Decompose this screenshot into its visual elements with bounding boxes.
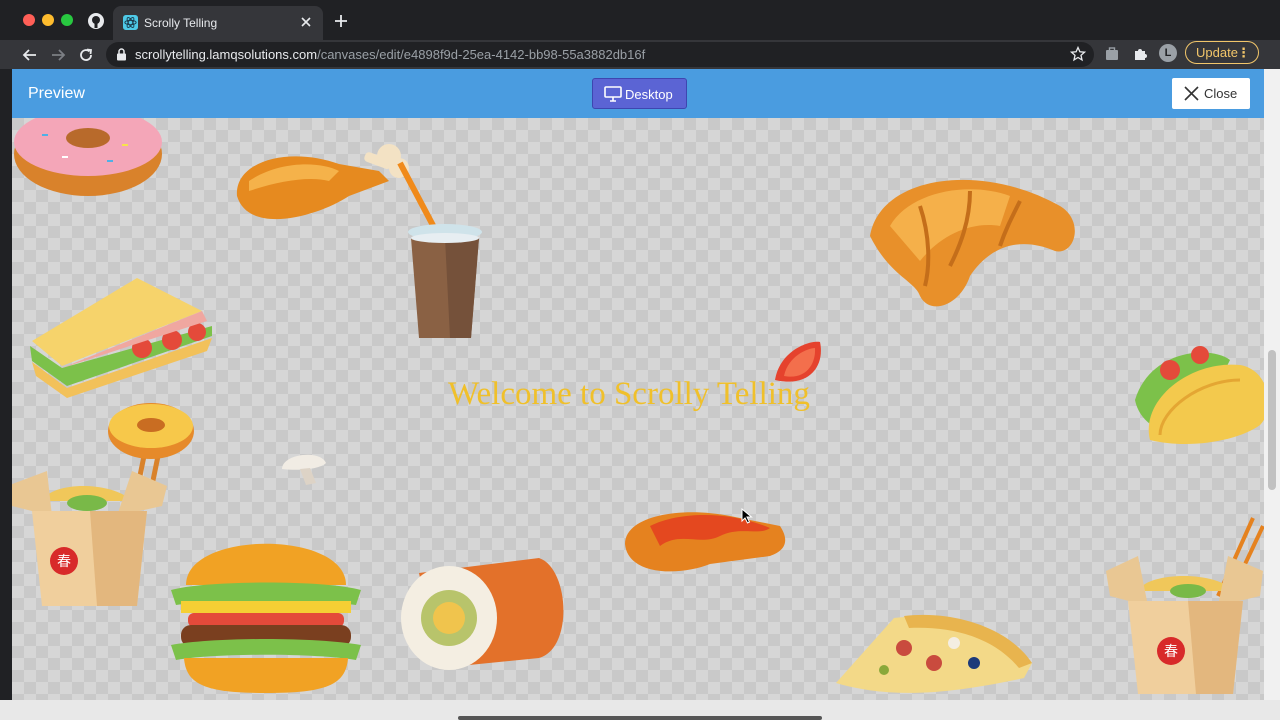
reload-icon[interactable] bbox=[77, 46, 95, 64]
react-favicon-icon bbox=[123, 15, 138, 30]
drink-cup-sticker[interactable] bbox=[395, 158, 495, 348]
update-label: Update bbox=[1196, 45, 1238, 60]
burger-sticker[interactable] bbox=[166, 525, 366, 695]
window-zoom-dot[interactable] bbox=[61, 14, 73, 26]
monitor-icon bbox=[604, 86, 622, 102]
preview-title: Preview bbox=[28, 85, 85, 102]
browser-tab-strip: Scrolly Telling bbox=[0, 0, 1280, 40]
taco-sticker[interactable] bbox=[1130, 340, 1264, 455]
chicken-leg-sticker[interactable] bbox=[229, 136, 409, 231]
github-icon[interactable] bbox=[88, 13, 104, 29]
horizontal-scroll-handle[interactable] bbox=[458, 716, 822, 720]
noodle-box-emblem: 春 bbox=[57, 554, 71, 570]
sandwich-sticker[interactable] bbox=[22, 276, 222, 401]
profile-avatar[interactable]: L bbox=[1159, 44, 1177, 62]
page-scrollbar-thumb[interactable] bbox=[1268, 350, 1276, 490]
welcome-heading: Welcome to Scrolly Telling bbox=[448, 376, 810, 412]
url-host: scrollytelling.lamqsolutions.com bbox=[135, 47, 318, 62]
extensions-puzzle-icon[interactable] bbox=[1131, 45, 1149, 63]
mouse-cursor-icon bbox=[741, 508, 753, 524]
address-bar[interactable]: scrollytelling.lamqsolutions.com/canvase… bbox=[106, 42, 1094, 67]
croissant-sticker[interactable] bbox=[860, 166, 1080, 316]
noodle-box-right-sticker[interactable]: 春 bbox=[1106, 516, 1264, 696]
lock-icon bbox=[117, 48, 126, 61]
desktop-view-button[interactable]: Desktop bbox=[592, 78, 687, 109]
bookmark-star-icon[interactable] bbox=[1070, 46, 1086, 62]
noodle-box-sticker[interactable]: 春 bbox=[12, 461, 167, 611]
browser-toolbar: scrollytelling.lamqsolutions.com/canvase… bbox=[0, 40, 1280, 69]
preview-canvas[interactable]: 春 春 Welcome to Scrolly Telling bbox=[12, 118, 1264, 700]
close-icon bbox=[1184, 86, 1199, 101]
window-close-dot[interactable] bbox=[23, 14, 35, 26]
mushroom-sticker[interactable] bbox=[280, 451, 328, 486]
donut-sticker[interactable] bbox=[12, 118, 167, 199]
new-tab-icon[interactable] bbox=[333, 13, 349, 29]
preview-header: Preview Desktop Close bbox=[12, 69, 1264, 118]
back-arrow-icon[interactable] bbox=[21, 46, 39, 64]
chicken-wing-sticker[interactable] bbox=[620, 506, 790, 578]
browser-update-button[interactable]: Update ⋮ bbox=[1185, 41, 1259, 64]
close-button-label: Close bbox=[1204, 86, 1238, 101]
noodle-box-right-emblem: 春 bbox=[1164, 644, 1178, 660]
url-path: /canvases/edit/e4898f9d-25ea-4142-bb98-5… bbox=[317, 47, 646, 62]
window-minimize-dot[interactable] bbox=[42, 14, 54, 26]
forward-arrow-icon[interactable] bbox=[49, 46, 67, 64]
tab-close-icon[interactable] bbox=[299, 15, 313, 29]
close-preview-button[interactable]: Close bbox=[1172, 78, 1250, 109]
pizza-slice-sticker[interactable] bbox=[834, 608, 1034, 698]
briefcase-extension-icon[interactable] bbox=[1103, 45, 1121, 63]
browser-tab-active[interactable]: Scrolly Telling bbox=[113, 6, 323, 40]
tab-title: Scrolly Telling bbox=[144, 16, 218, 30]
sushi-sticker[interactable] bbox=[399, 553, 571, 673]
desktop-button-label: Desktop bbox=[625, 87, 673, 102]
more-vertical-icon: ⋮ bbox=[1237, 45, 1250, 60]
url-text: scrollytelling.lamqsolutions.com/canvase… bbox=[135, 47, 645, 62]
